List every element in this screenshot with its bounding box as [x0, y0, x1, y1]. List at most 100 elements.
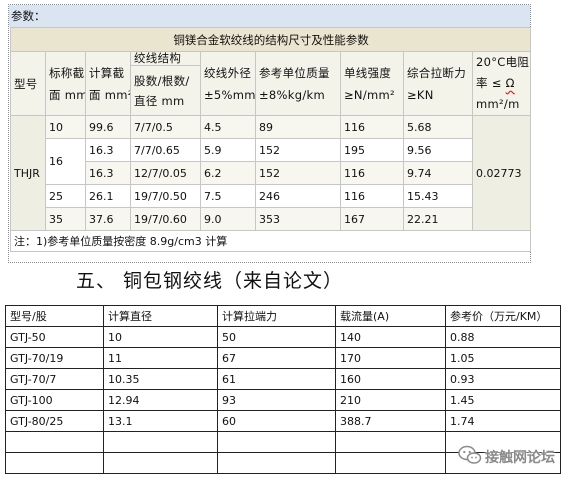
header-line: 面 mm² — [89, 87, 131, 102]
table-title: 铜镁合金软绞线的结构尺寸及性能参数 — [9, 27, 532, 52]
cell-breaking-force: 9.56 — [403, 138, 473, 162]
cell-unit-mass: 353 — [255, 207, 341, 231]
cell-empty — [335, 452, 446, 474]
header-line: 股数/根数/ — [134, 73, 190, 88]
cell-price: 0.93 — [445, 368, 561, 390]
table-row: GTJ-70/7 10.35 61 160 0.93 — [5, 368, 561, 390]
cell-model: GTJ-80/25 — [5, 410, 104, 432]
header-line: ≥N/mm² — [344, 87, 395, 102]
cell-calc-area: 16.3 — [85, 161, 131, 185]
cell-diameter: 11 — [103, 347, 218, 369]
cell-empty — [103, 452, 218, 474]
cell-outer-diameter: 6.2 — [200, 161, 256, 185]
ohm-symbol: Ω — [505, 76, 515, 90]
cell-outer-diameter: 7.5 — [200, 184, 256, 208]
cell-unit-mass: 152 — [255, 161, 341, 185]
cell-calc-area: 99.6 — [85, 115, 131, 139]
cell-model: GTJ-70/19 — [5, 347, 104, 369]
table-row: GTJ-50 10 50 140 0.88 — [5, 326, 561, 348]
table-row: 25 26.1 19/7/0.50 7.5 246 116 15.43 — [11, 184, 531, 208]
table-row: GTJ-70/19 11 67 170 1.05 — [5, 347, 561, 369]
cell-diameter: 10 — [103, 326, 218, 348]
cell-empty — [217, 431, 336, 453]
cell-wire-strength: 195 — [340, 138, 404, 162]
header-line: 率 ≤ Ω — [476, 73, 528, 94]
params-label: 参数： — [9, 5, 530, 27]
cell-structure: 7/7/0.65 — [130, 138, 201, 162]
header-line: ±8%kg/km — [259, 87, 325, 102]
cell-breaking-force: 15.43 — [403, 184, 473, 208]
cell-nominal-area: 16 — [45, 138, 86, 185]
header-current-capacity: 载流量(A) — [335, 305, 446, 327]
cell-diameter: 10.35 — [103, 368, 218, 390]
table-row: 16.3 12/7/0.05 6.2 152 116 9.74 — [11, 161, 531, 185]
cell-structure: 19/7/0.60 — [130, 207, 201, 231]
cell-nominal-area: 35 — [45, 207, 86, 231]
cell-empty — [5, 452, 104, 474]
header-line: 综合拉断力 — [407, 65, 466, 80]
cell-tension: 93 — [217, 389, 336, 411]
header-reference-price: 参考价（万元/KM） — [445, 305, 561, 327]
table-row: THJR 10 99.6 7/7/0.5 4.5 89 116 5.68 0.0… — [10, 115, 532, 231]
header-outer-diameter: 绞线外径 ±5%mm — [200, 51, 256, 116]
cell-price: 1.45 — [445, 389, 561, 411]
table-note: 注：1)参考单位质量按密度 8.9g/cm3 计算 — [9, 230, 532, 252]
cell-price: 0.88 — [445, 326, 561, 348]
cell-structure: 12/7/0.05 — [130, 161, 201, 185]
header-unit-mass: 参考单位质量 ±8%kg/km — [255, 51, 341, 116]
header-calc-tension: 计算拉端力 — [217, 305, 336, 327]
header-line: 标称截 — [49, 65, 85, 80]
cell-tension: 61 — [217, 368, 336, 390]
cell-wire-strength: 116 — [340, 161, 404, 185]
header-line: ≥KN — [407, 87, 434, 102]
header-line: 绞线外径 — [204, 65, 252, 80]
header-calc-area: 计算截 面 mm² — [85, 51, 131, 116]
header-model-strand: 型号/股 — [5, 305, 104, 327]
header-line: ±5%mm — [204, 87, 256, 102]
cell-model: GTJ-50 — [5, 326, 104, 348]
header-nominal-area: 标称截 面 mm² — [45, 51, 86, 116]
cell-current: 170 — [335, 347, 446, 369]
header-wire-strength: 单线强度 ≥N/mm² — [340, 51, 404, 116]
model-cell: THJR — [10, 115, 46, 231]
header-line: 20°C电阻 — [476, 55, 530, 69]
cell-model: GTJ-100 — [5, 389, 104, 411]
resistivity-cell: 0.02773 — [471, 115, 532, 231]
cell-tension: 60 — [217, 410, 336, 432]
table-row: 16 16.3 7/7/0.65 5.9 152 195 9.56 — [11, 138, 531, 185]
section-heading: 五、 铜包钢绞线（来自论文） — [76, 270, 344, 292]
cell-structure: 19/7/0.50 — [130, 184, 201, 208]
cell-calc-area: 16.3 — [85, 138, 131, 162]
cell-outer-diameter: 4.5 — [200, 115, 256, 139]
header-line: 单线强度 — [344, 65, 392, 80]
cell-outer-diameter: 5.9 — [200, 138, 256, 162]
watermark: 接触网论坛 — [458, 445, 555, 469]
cell-price: 1.05 — [445, 347, 561, 369]
cell-empty — [5, 431, 104, 453]
cell-current: 140 — [335, 326, 446, 348]
cell-nominal-area: 25 — [45, 184, 86, 208]
cell-current: 210 — [335, 389, 446, 411]
cell-wire-strength: 116 — [340, 115, 404, 139]
table-header-row: 型号/股 计算直径 计算拉端力 载流量(A) 参考价（万元/KM） — [5, 305, 561, 327]
cell-current: 160 — [335, 368, 446, 390]
cell-model: GTJ-70/7 — [5, 368, 104, 390]
table-row: GTJ-100 12.94 93 210 1.45 — [5, 389, 561, 411]
header-line: mm²/m — [476, 97, 520, 111]
cell-breaking-force: 22.21 — [403, 207, 473, 231]
header-model: 型号 — [10, 51, 46, 116]
cell-wire-strength: 116 — [340, 184, 404, 208]
cell-outer-diameter: 9.0 — [200, 207, 256, 231]
cell-breaking-force: 9.74 — [403, 161, 473, 185]
cell-tension: 67 — [217, 347, 336, 369]
wechat-icon — [458, 445, 482, 469]
header-structure-detail: 股数/根数/ 直径 mm — [130, 65, 201, 116]
header-calc-diameter: 计算直径 — [103, 305, 218, 327]
cell-diameter: 13.1 — [103, 410, 218, 432]
cell-calc-area: 37.6 — [85, 207, 131, 231]
cell-calc-area: 26.1 — [85, 184, 131, 208]
header-line: 面 mm² — [49, 87, 85, 102]
cell-tension: 50 — [217, 326, 336, 348]
cell-diameter: 12.94 — [103, 389, 218, 411]
cell-nominal-area: 10 — [45, 115, 86, 139]
